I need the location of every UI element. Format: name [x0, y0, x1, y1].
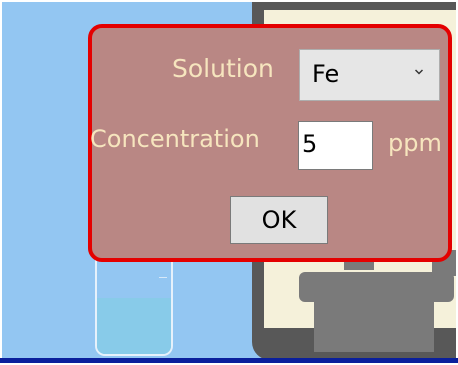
instrument-component [314, 272, 434, 352]
solution-dialog: Solution Fe Concentration 5 ppm OK [88, 24, 452, 262]
concentration-input-value: 5 [302, 130, 318, 158]
bottom-border [0, 358, 458, 363]
unit-label: ppm [388, 129, 442, 157]
beaker-level-mark [159, 277, 167, 279]
concentration-label: Concentration [90, 125, 260, 153]
concentration-input[interactable]: 5 [298, 121, 373, 170]
chevron-down-icon [415, 69, 423, 75]
solution-select-value: Fe [312, 60, 340, 88]
solution-select[interactable]: Fe [299, 49, 440, 101]
beaker-liquid [97, 298, 171, 354]
beaker[interactable] [95, 252, 173, 356]
solution-label: Solution [172, 54, 274, 83]
ok-button[interactable]: OK [230, 196, 328, 244]
simulation-canvas: Solution Fe Concentration 5 ppm OK [2, 2, 456, 358]
